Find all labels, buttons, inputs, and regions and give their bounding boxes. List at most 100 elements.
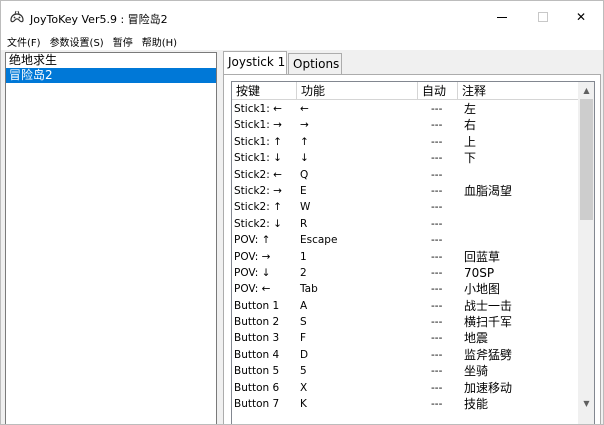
row-key-cell: POV: →	[234, 250, 271, 263]
table-header: 按键 功能 自动 注释	[232, 82, 578, 100]
row-function-cell: K	[300, 398, 307, 411]
table-body: Stick1: ← ← --- 左 Stick1: → → --- 右 Stick1: ↑ ↑ --…	[232, 101, 578, 412]
row-function-cell: R	[300, 217, 308, 230]
row-comment-cell: 上	[464, 134, 477, 149]
row-auto-cell: ---	[431, 234, 443, 247]
table-row[interactable]: Button 2 S --- 横扫千军	[232, 314, 578, 330]
row-auto-cell: ---	[431, 299, 443, 312]
row-key-cell: Button 3	[234, 332, 280, 345]
title-bar[interactable]: JoyToKey Ver5.9 : 冒险岛2 ✕	[1, 1, 603, 33]
row-function-cell: E	[300, 184, 307, 197]
row-function-cell: ↓	[300, 152, 309, 165]
table-row[interactable]: POV: ← Tab --- 小地图	[232, 281, 578, 297]
table-row[interactable]: Button 6 X --- 加速移动	[232, 380, 578, 396]
menu-help[interactable]: 帮助(H)	[142, 34, 177, 49]
table-row[interactable]: Button 3 F --- 地震	[232, 330, 578, 346]
profile-list[interactable]: 绝地求生 冒险岛2	[5, 52, 217, 424]
row-key-cell: Button 6	[234, 381, 280, 394]
row-function-cell: 2	[300, 266, 307, 279]
row-comment-cell: 横扫千军	[464, 315, 513, 330]
row-key-cell: POV: ←	[234, 283, 271, 296]
table-row[interactable]: Button 4 D --- 监斧猛劈	[232, 347, 578, 363]
table-row[interactable]: Stick1: ↑ ↑ --- 上	[232, 134, 578, 150]
row-comment-cell: 监斧猛劈	[464, 347, 513, 362]
menu-bar: 文件(F) 参数设置(S) 暂停 帮助(H)	[1, 33, 603, 50]
header-comment[interactable]: 注释	[458, 82, 578, 100]
table-row[interactable]: POV: ↓ 2 --- 70SP	[232, 265, 578, 281]
scroll-down-button[interactable]: ▼	[578, 395, 594, 412]
row-auto-cell: ---	[431, 135, 443, 148]
app-window: JoyToKey Ver5.9 : 冒险岛2 ✕ 文件(F) 参数设置(S) 暂…	[0, 0, 604, 425]
header-function[interactable]: 功能	[297, 82, 418, 100]
button-mapping-table[interactable]: 按键 功能 自动 注释 Stick1: ← ← --- 左 Stick1: → → --- 右…	[231, 81, 595, 424]
close-button[interactable]: ✕	[558, 1, 603, 33]
row-comment-cell: 加速移动	[464, 380, 513, 395]
row-key-cell: Button 7	[234, 398, 280, 411]
row-function-cell: D	[300, 348, 309, 361]
row-function-cell: S	[300, 316, 307, 329]
row-comment-cell: 坐骑	[464, 364, 489, 379]
row-auto-cell: ---	[431, 283, 443, 296]
row-key-cell: Stick1: →	[234, 119, 282, 132]
row-comment-cell: 左	[464, 102, 477, 116]
row-comment-cell: 下	[464, 151, 477, 166]
row-auto-cell: ---	[431, 217, 443, 230]
row-function-cell: Tab	[300, 283, 318, 296]
row-comment-cell: 右	[464, 118, 477, 133]
table-row[interactable]: Stick1: ← ← --- 左	[232, 101, 578, 117]
row-comment-cell: 地震	[464, 331, 489, 346]
row-function-cell: ↑	[300, 135, 309, 148]
row-function-cell: Escape	[300, 234, 338, 247]
row-key-cell: Button 1	[234, 299, 280, 312]
table-row[interactable]: Stick2: ↑ W ---	[232, 199, 578, 215]
chevron-down-icon: ▼	[583, 399, 590, 408]
row-key-cell: Stick2: ←	[234, 168, 282, 181]
tab-options[interactable]: Options	[288, 53, 342, 75]
minimize-icon	[497, 16, 507, 18]
row-function-cell: ←	[300, 103, 309, 115]
menu-pause[interactable]: 暂停	[113, 34, 133, 49]
table-row[interactable]: Button 5 5 --- 坐骑	[232, 363, 578, 379]
row-comment-cell	[462, 216, 578, 232]
row-auto-cell: ---	[431, 119, 443, 132]
row-key-cell: Button 5	[234, 365, 280, 378]
table-row[interactable]: Stick2: → E --- 血脂渴望	[232, 183, 578, 199]
row-auto-cell: ---	[431, 398, 443, 411]
vertical-scrollbar[interactable]: ▲ ▼	[578, 82, 594, 424]
row-auto-cell: ---	[431, 332, 443, 345]
minimize-button[interactable]	[479, 1, 525, 33]
profile-item-selected[interactable]: 冒险岛2	[6, 68, 216, 83]
close-icon: ✕	[575, 10, 587, 24]
table-row[interactable]: Stick2: ← Q ---	[232, 167, 578, 183]
scrollbar-thumb[interactable]	[580, 99, 593, 220]
table-row[interactable]: POV: ↑ Escape ---	[232, 232, 578, 248]
table-row[interactable]: Stick2: ↓ R ---	[232, 216, 578, 232]
table-row[interactable]: Stick1: ↓ ↓ --- 下	[232, 150, 578, 166]
row-auto-cell: ---	[431, 103, 443, 115]
table-row[interactable]: Button 7 K --- 技能	[232, 396, 578, 412]
profile-item[interactable]: 绝地求生	[6, 53, 216, 68]
table-row[interactable]: Button 1 A --- 战士一击	[232, 298, 578, 314]
row-auto-cell: ---	[431, 184, 443, 197]
row-comment-cell: 战士一击	[464, 298, 513, 313]
row-key-cell: Button 2	[234, 316, 280, 329]
row-auto-cell: ---	[431, 381, 443, 394]
row-key-cell: POV: ↑	[234, 234, 271, 247]
menu-file[interactable]: 文件(F)	[7, 34, 41, 49]
chevron-up-icon: ▲	[583, 86, 590, 95]
header-auto[interactable]: 自动	[418, 82, 458, 100]
table-row[interactable]: POV: → 1 --- 回蓝草	[232, 249, 578, 265]
maximize-icon	[538, 12, 548, 22]
row-auto-cell: ---	[431, 348, 443, 361]
header-key[interactable]: 按键	[232, 82, 297, 100]
table-row[interactable]: Stick1: → → --- 右	[232, 117, 578, 133]
row-key-cell: Stick1: ←	[234, 103, 282, 115]
row-function-cell: X	[300, 381, 308, 394]
scroll-up-button[interactable]: ▲	[578, 82, 594, 99]
row-comment-cell: 技能	[464, 397, 489, 412]
tab-joystick-1[interactable]: Joystick 1	[223, 51, 287, 74]
row-function-cell: 5	[300, 365, 307, 378]
menu-settings[interactable]: 参数设置(S)	[50, 34, 104, 49]
row-function-cell: A	[300, 299, 308, 312]
row-auto-cell: ---	[431, 201, 443, 214]
